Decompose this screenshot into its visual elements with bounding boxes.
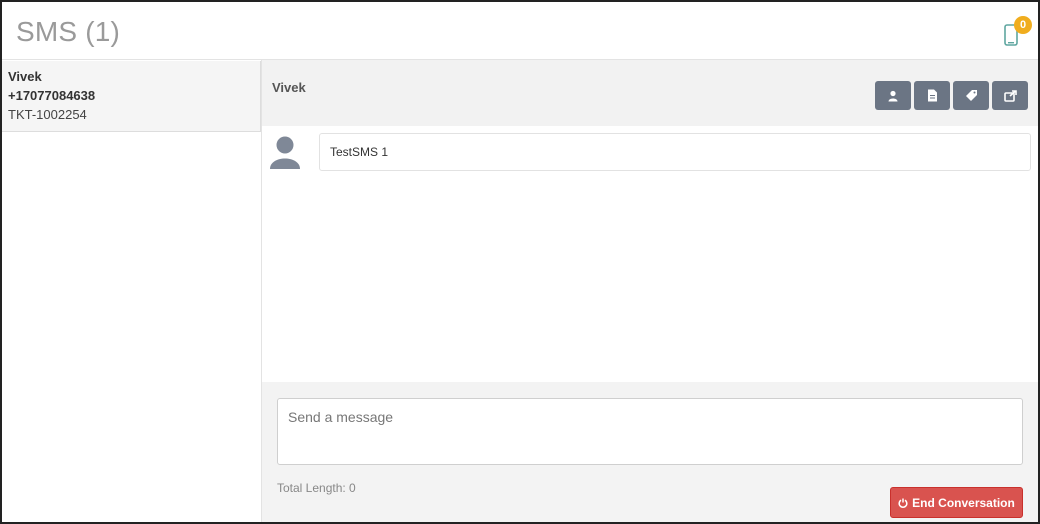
share-icon xyxy=(1003,89,1017,102)
chat-contact-name: Vivek xyxy=(272,80,306,95)
tag-button[interactable] xyxy=(953,81,989,110)
message-composer: Total Length: 0 End Conversation xyxy=(262,382,1038,522)
document-icon xyxy=(927,89,937,102)
notes-button[interactable] xyxy=(914,81,950,110)
conversation-contact-name: Vivek xyxy=(8,69,42,84)
end-conversation-label: End Conversation xyxy=(912,495,1015,510)
notification-count-badge: 0 xyxy=(1014,16,1032,34)
sms-notification-button[interactable]: 0 xyxy=(1002,16,1032,50)
message-input[interactable] xyxy=(277,398,1023,465)
message-bubble: TestSMS 1 xyxy=(319,133,1031,171)
message-list: TestSMS 1 xyxy=(262,126,1038,382)
conversation-phone-number: +17077084638 xyxy=(8,88,96,103)
chat-toolbar xyxy=(875,81,1028,110)
user-avatar-icon xyxy=(270,136,300,169)
conversation-list: Vivek +17077084638 TKT-1002254 xyxy=(2,60,262,522)
conversation-item[interactable]: Vivek +17077084638 TKT-1002254 xyxy=(2,61,261,132)
conversation-ticket-id: TKT-1002254 xyxy=(8,107,87,122)
chat-panel: Vivek TestSMS 1 Send a message Total Len… xyxy=(262,60,1038,522)
tag-icon xyxy=(965,90,977,101)
power-icon xyxy=(898,498,908,508)
total-length-label: Total Length: 0 xyxy=(277,481,356,495)
user-icon xyxy=(888,90,898,101)
end-conversation-button[interactable]: End Conversation xyxy=(890,487,1023,518)
sms-window: SMS (1) 0 Vivek +17077084638 TKT-1002254… xyxy=(0,0,1040,524)
page-header: SMS (1) 0 xyxy=(2,2,1038,60)
share-button[interactable] xyxy=(992,81,1028,110)
page-title: SMS (1) xyxy=(16,16,121,47)
chat-header: Vivek xyxy=(262,60,1038,126)
contact-info-button[interactable] xyxy=(875,81,911,110)
